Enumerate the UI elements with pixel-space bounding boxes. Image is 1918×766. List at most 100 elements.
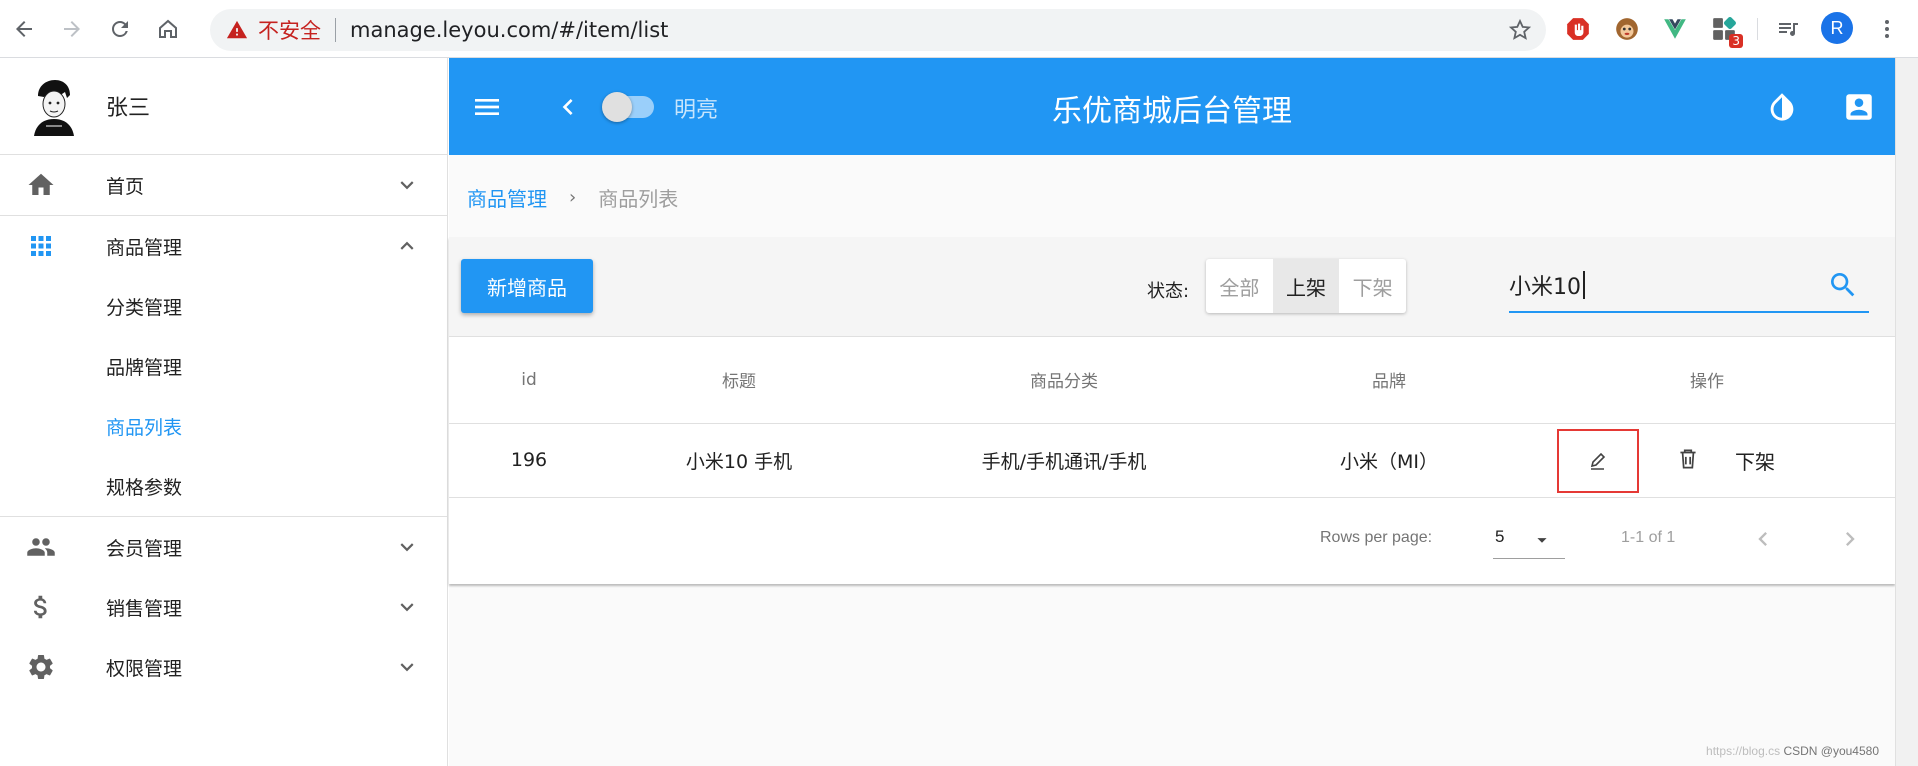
back-button[interactable]	[0, 0, 48, 58]
cell-actions: 下架	[1519, 423, 1895, 498]
table-toolbar: 新增商品 状态: 全部 上架 下架	[449, 237, 1895, 337]
product-table-card: 新增商品 状态: 全部 上架 下架 id 标题 商品分类 品牌 操作	[449, 237, 1895, 584]
status-filter-label: 状态:	[1147, 281, 1190, 302]
home-icon	[26, 170, 56, 200]
sidebar: 张三 首页 商品管理 分类管理 品牌管理 商品列表 规格参数 会员管理 销售管理…	[0, 58, 448, 766]
rows-per-page-select[interactable]: 5	[1493, 519, 1565, 559]
browser-toolbar: 不安全 manage.leyou.com/#/item/list 3 R	[0, 0, 1918, 58]
profile-avatar[interactable]: R	[1821, 12, 1853, 44]
sidebar-item-sales[interactable]: 销售管理	[0, 577, 447, 637]
cell-category: 手机/手机通讯/手机	[869, 423, 1259, 498]
cell-brand: 小米（MI）	[1259, 423, 1519, 498]
security-label: 不安全	[258, 19, 321, 43]
extension-badge: 3	[1729, 34, 1743, 48]
off-shelf-button[interactable]: 下架	[1735, 446, 1775, 475]
arrow-left-icon	[16, 20, 32, 37]
url-text[interactable]: manage.leyou.com/#/item/list	[350, 18, 668, 42]
search-input[interactable]	[1509, 269, 1809, 301]
sidebar-subitem-label: 商品列表	[106, 416, 183, 439]
column-header-brand[interactable]: 品牌	[1259, 337, 1519, 424]
bookmark-star-icon[interactable]	[1508, 18, 1532, 42]
monkey-extension-icon[interactable]	[1612, 14, 1642, 44]
sidebar-item-permissions[interactable]: 权限管理	[0, 637, 447, 697]
column-header-title[interactable]: 标题	[609, 337, 869, 424]
status-option-on-shelf[interactable]: 上架	[1272, 259, 1340, 313]
column-header-actions: 操作	[1519, 337, 1895, 424]
vue-devtools-icon[interactable]	[1660, 14, 1690, 44]
sidebar-item-label: 首页	[106, 175, 145, 198]
rows-per-page-value: 5	[1495, 527, 1505, 546]
avatar[interactable]	[28, 76, 80, 136]
column-header-id[interactable]: id	[449, 337, 609, 424]
breadcrumb: 商品管理 › 商品列表	[467, 183, 678, 212]
column-header-category[interactable]: 商品分类	[869, 337, 1259, 424]
chevron-down-icon	[400, 181, 414, 190]
menu-icon[interactable]	[471, 91, 503, 123]
theme-mode-label: 明亮	[674, 98, 719, 123]
pagination-range: 1-1 of 1	[1621, 529, 1676, 546]
sidebar-item-home[interactable]: 首页	[0, 155, 447, 215]
breadcrumb-parent[interactable]: 商品管理	[467, 183, 547, 212]
chevron-down-icon	[400, 603, 414, 612]
sidebar-item-product-management[interactable]: 商品管理	[0, 216, 447, 276]
page-scrollbar[interactable]	[1895, 58, 1918, 766]
cell-id: 196	[449, 423, 609, 498]
chevron-up-icon	[400, 241, 414, 250]
previous-page-icon[interactable]	[1749, 525, 1777, 553]
address-bar[interactable]: 不安全 manage.leyou.com/#/item/list	[210, 9, 1546, 51]
user-name: 张三	[106, 96, 151, 121]
sidebar-item-label: 权限管理	[106, 657, 183, 680]
address-separator	[335, 18, 336, 42]
chevron-left-icon[interactable]	[552, 91, 584, 123]
kebab-menu-icon[interactable]	[1872, 14, 1902, 44]
add-product-button[interactable]: 新增商品	[461, 259, 593, 313]
next-page-icon[interactable]	[1836, 525, 1864, 553]
media-queue-icon[interactable]	[1773, 14, 1803, 44]
sidebar-subitem-product-list[interactable]: 商品列表	[0, 396, 447, 456]
sidebar-subitem-brand[interactable]: 品牌管理	[0, 336, 447, 396]
account-box-icon[interactable]	[1842, 90, 1876, 124]
status-option-all[interactable]: 全部	[1206, 259, 1273, 313]
status-option-off-shelf[interactable]: 下架	[1339, 259, 1406, 313]
adblock-extension-icon[interactable]	[1563, 14, 1593, 44]
sidebar-subitem-spec-params[interactable]: 规格参数	[0, 456, 447, 516]
chevron-down-icon	[400, 543, 414, 552]
sidebar-subitem-category[interactable]: 分类管理	[0, 276, 447, 336]
table-row: 196 小米10 手机 手机/手机通讯/手机 小米（MI） 下架	[449, 423, 1895, 498]
cell-title: 小米10 手机	[609, 423, 869, 498]
home-button[interactable]	[144, 0, 192, 58]
arrow-right-icon	[64, 20, 80, 37]
apps-extension-icon[interactable]: 3	[1709, 14, 1743, 48]
people-icon	[26, 532, 56, 562]
home-outline-icon	[159, 19, 177, 38]
table-pagination: Rows per page: 5 1-1 of 1	[449, 497, 1895, 583]
watermark-url: https://blog.cs	[1706, 744, 1781, 758]
warning-icon	[226, 19, 248, 41]
rows-per-page-label: Rows per page:	[1320, 529, 1433, 546]
sidebar-subitem-label: 规格参数	[106, 476, 183, 499]
forward-button[interactable]	[48, 0, 96, 58]
chevron-down-icon	[400, 663, 414, 672]
sidebar-item-label: 会员管理	[106, 537, 183, 560]
reload-button[interactable]	[96, 0, 144, 58]
invert-colors-icon[interactable]	[1765, 90, 1799, 124]
sidebar-item-label: 销售管理	[106, 597, 183, 620]
app-bar: 明亮 乐优商城后台管理	[449, 58, 1895, 155]
toolbar-divider	[1757, 18, 1758, 40]
status-filter-toggle: 全部 上架 下架	[1206, 259, 1406, 313]
sidebar-item-members[interactable]: 会员管理	[0, 517, 447, 577]
main-content: 商品管理 › 商品列表 新增商品 状态: 全部 上架 下架 id 标题	[449, 155, 1895, 766]
watermark: https://blog.cs CSDN @you4580	[1706, 744, 1879, 758]
dollar-icon	[26, 592, 56, 622]
dropdown-arrow-icon	[1537, 538, 1547, 543]
sidebar-subitem-label: 品牌管理	[106, 356, 183, 379]
edit-button[interactable]	[1557, 428, 1639, 493]
breadcrumb-chevron-icon: ›	[569, 187, 577, 208]
theme-toggle-knob[interactable]	[602, 92, 632, 122]
delete-icon[interactable]	[1675, 446, 1701, 472]
watermark-author: CSDN @you4580	[1783, 744, 1879, 758]
text-caret	[1583, 271, 1585, 299]
breadcrumb-current: 商品列表	[598, 187, 679, 211]
table-header-row: id 标题 商品分类 品牌 操作	[449, 337, 1895, 424]
search-icon[interactable]	[1827, 269, 1859, 301]
